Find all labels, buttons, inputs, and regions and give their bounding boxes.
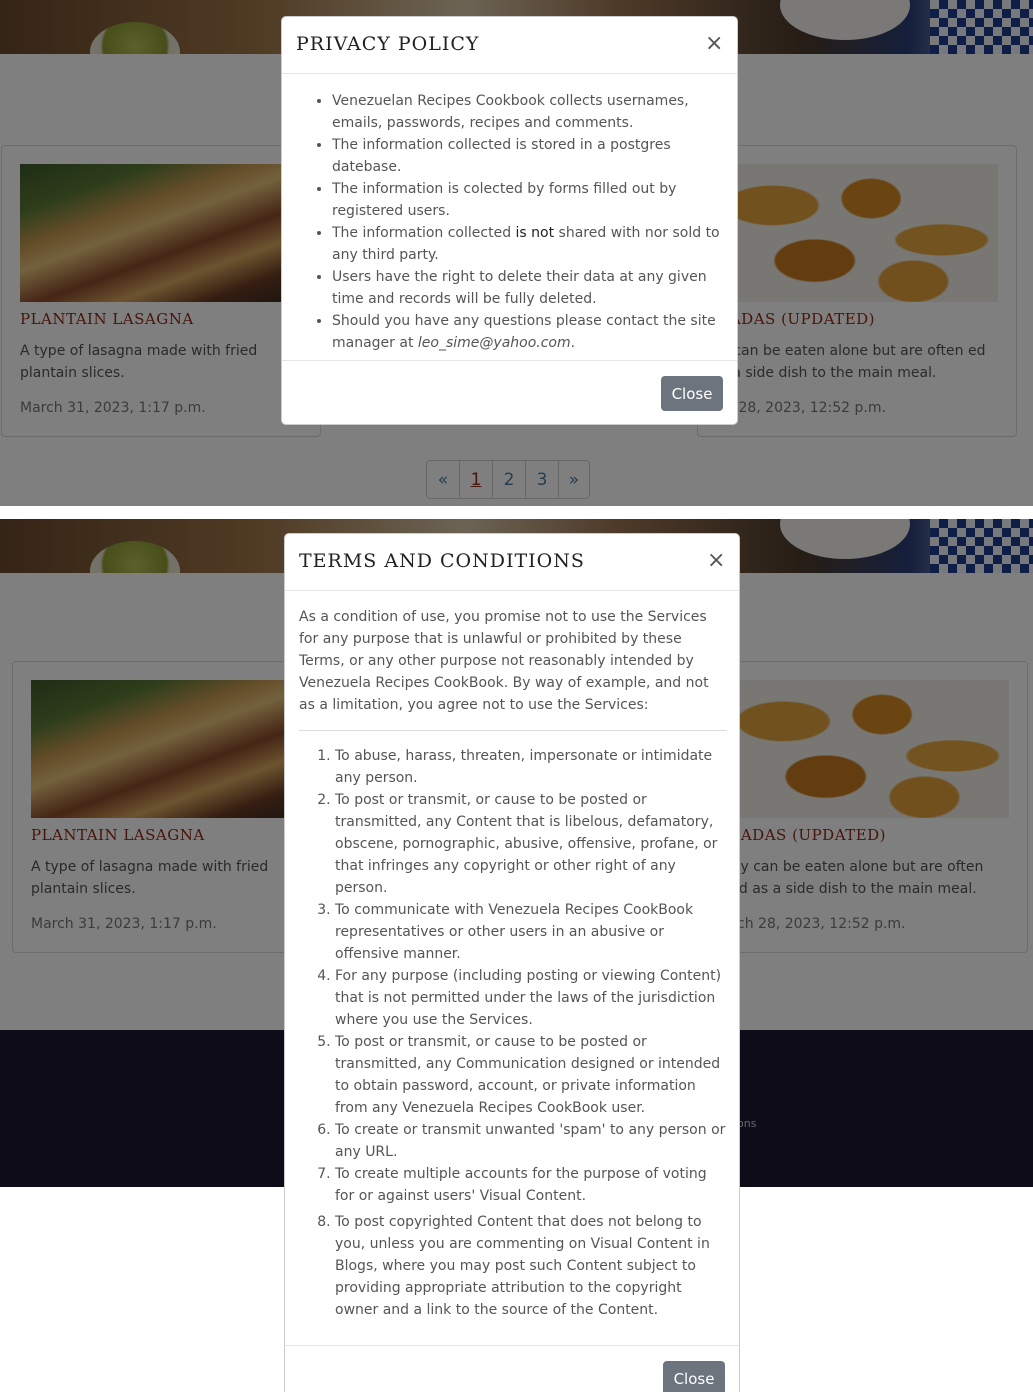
list-item: To post or transmit, or cause to be post… (335, 789, 727, 899)
close-icon[interactable]: × (705, 31, 723, 57)
emphasis-text: is not (515, 225, 555, 241)
modal-footer: Close (285, 1345, 739, 1392)
item-text: The information collected (332, 225, 516, 241)
list-item: Should you have any questions please con… (332, 310, 725, 354)
item-text: . (570, 335, 576, 351)
close-icon[interactable]: × (707, 548, 725, 574)
modal-header: PRIVACY POLICY × (282, 17, 737, 74)
divider (299, 730, 727, 731)
list-item: The information is colected by forms fil… (332, 178, 725, 222)
list-item: To post copyrighted Content that does no… (335, 1211, 727, 1321)
terms-list: To abuse, harass, threaten, impersonate … (299, 745, 727, 1321)
contact-email: leo_sime@yahoo.com (417, 335, 571, 351)
list-item: The information collected is stored in a… (332, 134, 725, 178)
list-item: To create multiple accounts for the purp… (335, 1163, 727, 1207)
list-item: To abuse, harass, threaten, impersonate … (335, 745, 727, 789)
modal-title: PRIVACY POLICY (296, 33, 480, 55)
list-item: To communicate with Venezuela Recipes Co… (335, 899, 727, 965)
modal-body: Venezuelan Recipes Cookbook collects use… (296, 90, 725, 354)
privacy-screen: PLANTAIN LASAGNA A type of lasagna made … (0, 0, 1033, 506)
list-item: Venezuelan Recipes Cookbook collects use… (332, 90, 725, 134)
terms-screen: PLANTAIN LASAGNA A type of lasagna made … (0, 519, 1033, 1392)
privacy-list: Venezuelan Recipes Cookbook collects use… (296, 90, 725, 354)
list-item: For any purpose (including posting or vi… (335, 965, 727, 1031)
modal-title: TERMS AND CONDITIONS (299, 550, 585, 572)
terms-intro: As a condition of use, you promise not t… (299, 609, 709, 713)
close-button[interactable]: Close (663, 1361, 725, 1392)
modal-footer: Close (282, 360, 737, 424)
list-item: To create or transmit unwanted 'spam' to… (335, 1119, 727, 1163)
privacy-policy-modal: PRIVACY POLICY × Venezuelan Recipes Cook… (281, 16, 738, 425)
list-item: Users have the right to delete their dat… (332, 266, 725, 310)
modal-body: As a condition of use, you promise not t… (299, 606, 727, 1321)
list-item: The information collected is not shared … (332, 222, 725, 266)
close-button[interactable]: Close (661, 376, 723, 411)
modal-header: TERMS AND CONDITIONS × (285, 534, 739, 591)
terms-modal: TERMS AND CONDITIONS × As a condition of… (284, 533, 740, 1392)
list-item: To post or transmit, or cause to be post… (335, 1031, 727, 1119)
